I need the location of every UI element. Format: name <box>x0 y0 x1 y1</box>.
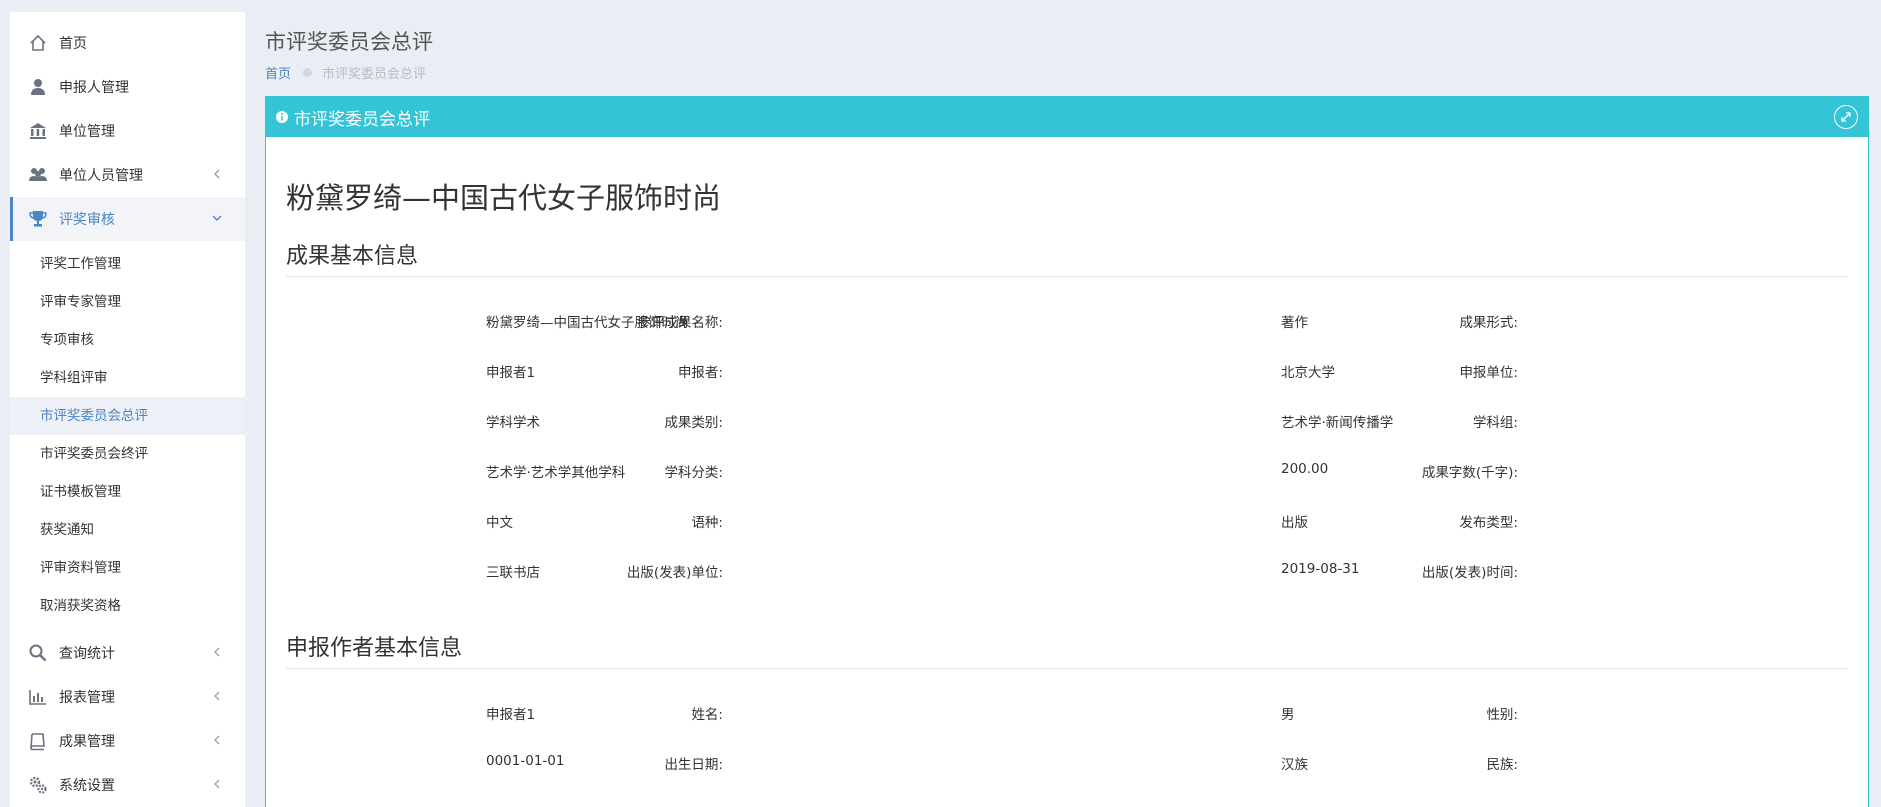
sidebar-subitem-review-materials[interactable]: 评审资料管理 <box>10 549 245 587</box>
field-label: 出生日期: <box>664 757 723 773</box>
field-label: 出版(发表)时间: <box>1421 565 1518 581</box>
info-row: 姓名: 申报者1 性别: 男 <box>266 703 1866 723</box>
sidebar-item-label: 系统设置 <box>59 778 115 794</box>
field-value: 申报者1 <box>486 365 536 381</box>
field-label: 成果字数(千字): <box>1421 465 1518 481</box>
sidebar-item-unit[interactable]: 单位管理 <box>10 109 245 153</box>
book-icon <box>27 730 49 752</box>
panel-title: 市评奖委员会总评 <box>294 109 430 130</box>
sidebar-item-report[interactable]: 报表管理 <box>10 675 245 719</box>
trophy-icon <box>27 208 49 230</box>
info-row: 语种: 中文 发布类型: 出版 <box>266 511 1866 531</box>
field-value: 三联书店 <box>486 565 540 581</box>
field-label: 申报单位: <box>1459 365 1518 381</box>
chevron-down-icon <box>212 215 222 221</box>
sidebar-item-label: 单位人员管理 <box>59 168 143 184</box>
field-value: 200.00 <box>1281 461 1329 477</box>
bank-icon <box>27 120 49 142</box>
breadcrumb-separator <box>303 68 313 77</box>
sidebar-item-achievement[interactable]: 成果管理 <box>10 719 245 763</box>
panel-header: 市评奖委员会总评 <box>266 97 1868 137</box>
field-value: 艺术学·艺术学其他学科 <box>486 465 626 481</box>
sidebar-item-label: 申报人管理 <box>59 80 129 96</box>
info-row: 出生日期: 0001-01-01 民族: 汉族 <box>266 753 1866 773</box>
sidebar-item-label: 成果管理 <box>59 734 115 750</box>
sidebar-item-label: 首页 <box>59 36 87 52</box>
sidebar-item-label: 评奖审核 <box>59 212 115 228</box>
document-title: 粉黛罗绮—中国古代女子服饰时尚 <box>286 181 722 215</box>
field-value: 汉族 <box>1281 757 1308 773</box>
field-label: 姓名: <box>691 707 723 723</box>
field-label: 成果类别: <box>664 415 723 431</box>
gears-icon <box>27 774 49 796</box>
field-label: 成果形式: <box>1459 315 1518 331</box>
field-value: 2019-08-31 <box>1281 561 1360 577</box>
chevron-left-icon <box>214 779 220 789</box>
field-label: 申报者: <box>677 365 723 381</box>
sidebar: 首页 申报人管理 单位管理 单位人员管理 评奖审核 评奖工作管理 评审专家管理 … <box>10 12 245 807</box>
sidebar-submenu: 评奖工作管理 评审专家管理 专项审核 学科组评审 市评奖委员会总评 市评奖委员会… <box>10 241 245 631</box>
sidebar-subitem-committee-general[interactable]: 市评奖委员会总评 <box>10 397 245 435</box>
chevron-left-icon <box>214 735 220 745</box>
field-label: 民族: <box>1486 757 1518 773</box>
field-label: 发布类型: <box>1459 515 1518 531</box>
sidebar-subitem-expert-manage[interactable]: 评审专家管理 <box>10 283 245 321</box>
sidebar-subitem-committee-final[interactable]: 市评奖委员会终评 <box>10 435 245 473</box>
info-row: 出版(发表)单位: 三联书店 出版(发表)时间: 2019-08-31 <box>266 561 1866 581</box>
expand-button[interactable] <box>1834 105 1858 129</box>
field-label: 学科分类: <box>664 465 723 481</box>
sidebar-item-query-stats[interactable]: 查询统计 <box>10 631 245 675</box>
info-row: 申报者: 申报者1 申报单位: 北京大学 <box>266 361 1866 381</box>
breadcrumb-home-link[interactable]: 首页 <box>265 63 291 82</box>
users-icon <box>27 164 49 186</box>
sidebar-item-label: 报表管理 <box>59 690 115 706</box>
field-value: 学科学术 <box>486 415 540 431</box>
user-icon <box>27 76 49 98</box>
section-title-basic-info: 成果基本信息 <box>286 238 1848 277</box>
field-value: 北京大学 <box>1281 365 1335 381</box>
breadcrumb-current: 市评奖委员会总评 <box>322 67 427 82</box>
field-value: 0001-01-01 <box>486 753 565 769</box>
chevron-left-icon <box>214 691 220 701</box>
field-label: 出版(发表)单位: <box>626 565 723 581</box>
sidebar-subitem-cancel-award[interactable]: 取消获奖资格 <box>10 587 245 625</box>
field-value: 粉黛罗绮—中国古代女子服饰时尚 <box>486 315 689 331</box>
breadcrumb: 首页 市评奖委员会总评 <box>265 63 426 82</box>
home-icon <box>27 32 49 54</box>
field-value: 中文 <box>486 515 513 531</box>
page-title: 市评奖委员会总评 <box>265 30 433 54</box>
search-icon <box>27 642 49 664</box>
expand-icon <box>1841 112 1851 122</box>
field-label: 性别: <box>1486 707 1518 723</box>
info-row: 学科分类: 艺术学·艺术学其他学科 成果字数(千字): 200.00 <box>266 461 1866 481</box>
info-row: 参评成果名称: 粉黛罗绮—中国古代女子服饰时尚 成果形式: 著作 <box>266 311 1866 331</box>
chevron-left-icon <box>214 647 220 657</box>
sidebar-subitem-subject-review[interactable]: 学科组评审 <box>10 359 245 397</box>
sidebar-subitem-special-review[interactable]: 专项审核 <box>10 321 245 359</box>
info-row: 成果类别: 学科学术 学科组: 艺术学·新闻传播学 <box>266 411 1866 431</box>
bar-chart-icon <box>27 686 49 708</box>
sidebar-item-settings[interactable]: 系统设置 <box>10 763 245 807</box>
sidebar-item-award-review[interactable]: 评奖审核 <box>10 197 245 241</box>
field-label: 学科组: <box>1472 415 1518 431</box>
sidebar-item-label: 查询统计 <box>59 646 115 662</box>
sidebar-item-unit-staff[interactable]: 单位人员管理 <box>10 153 245 197</box>
sidebar-subitem-award-notice[interactable]: 获奖通知 <box>10 511 245 549</box>
field-value: 男 <box>1281 707 1295 723</box>
field-value: 艺术学·新闻传播学 <box>1281 415 1394 431</box>
review-panel: 市评奖委员会总评 粉黛罗绮—中国古代女子服饰时尚 成果基本信息 参评成果名称: … <box>265 96 1869 807</box>
field-value: 著作 <box>1281 315 1308 331</box>
field-value: 出版 <box>1281 515 1308 531</box>
info-icon <box>276 111 288 123</box>
chevron-left-icon <box>214 169 220 179</box>
section-title-author-info: 申报作者基本信息 <box>286 630 1848 669</box>
sidebar-item-label: 单位管理 <box>59 124 115 140</box>
sidebar-item-applicant[interactable]: 申报人管理 <box>10 65 245 109</box>
sidebar-subitem-award-work[interactable]: 评奖工作管理 <box>10 245 245 283</box>
sidebar-subitem-certificate-template[interactable]: 证书模板管理 <box>10 473 245 511</box>
field-label: 语种: <box>691 515 723 531</box>
sidebar-item-home[interactable]: 首页 <box>10 21 245 65</box>
field-value: 申报者1 <box>486 707 536 723</box>
